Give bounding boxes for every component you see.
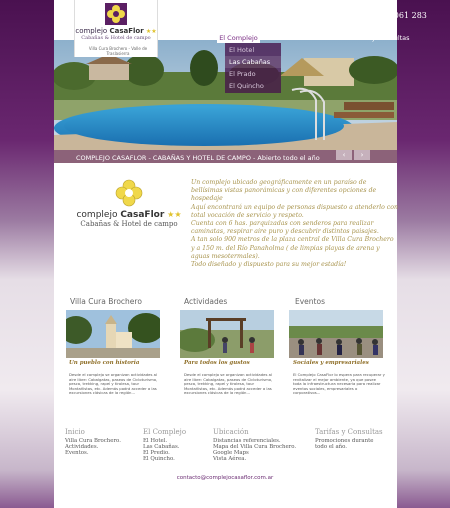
card-body-villa: Desde el complejo se organizan actividad… bbox=[69, 372, 158, 396]
thumb-villa-cura-brochero[interactable] bbox=[66, 310, 160, 358]
card-caption-eventos: Sociales y empresariales bbox=[293, 360, 369, 366]
intro-line: Aquí encontrará un equipo de personas di… bbox=[191, 203, 398, 211]
slideshow-controls: ‹ › bbox=[336, 150, 370, 160]
nav-el-complejo[interactable]: El Complejo bbox=[217, 33, 260, 43]
footer-col-inicio: Inicio Villa Cura Brochero. Actividades.… bbox=[65, 428, 121, 456]
footer-col-ubicacion: Ubicación Distancias referenciales. Mapa… bbox=[213, 428, 296, 462]
flower-emblem-icon bbox=[115, 179, 143, 207]
events-photo bbox=[289, 310, 383, 358]
footer-col-el-complejo: El Complejo El Hotel. Las Cabañas. El Pr… bbox=[143, 428, 186, 462]
nav-servicios[interactable]: Servicios bbox=[266, 33, 299, 43]
intro-line: A tan solo 900 metros de la plaza centra… bbox=[191, 236, 394, 244]
footer-link[interactable]: todo el año. bbox=[315, 444, 383, 450]
footer-link[interactable]: El Quincho. bbox=[143, 456, 186, 462]
main-nav: Inicio El Complejo Servicios Ubicación T… bbox=[190, 33, 412, 43]
dropdown-el-hotel[interactable]: El Hotel bbox=[225, 44, 281, 56]
intro-line: hospedaje bbox=[191, 195, 223, 203]
column-title-eventos: Eventos bbox=[295, 297, 325, 306]
footer-heading[interactable]: El Complejo bbox=[143, 428, 186, 436]
column-title-villa: Villa Cura Brochero bbox=[70, 297, 142, 306]
hero-caption: COMPLEJO CASAFLOR - CABAÑAS Y HOTEL DE C… bbox=[76, 154, 320, 162]
next-arrow-icon[interactable]: › bbox=[354, 150, 370, 160]
intro-logo-subtitle: Cabañas & Hotel de campo bbox=[80, 220, 178, 228]
footer-heading[interactable]: Inicio bbox=[65, 428, 121, 436]
prev-arrow-icon[interactable]: ‹ bbox=[336, 150, 352, 160]
footer-address: Camino a Las Maravillas s/n - Villa Cura… bbox=[123, 488, 327, 494]
intro-line: aguas mesotermales). bbox=[191, 252, 260, 260]
nav-tarifas[interactable]: Tarifas y Consultas bbox=[347, 33, 412, 43]
logo-wordmark: complejo CasaFlor ★★ bbox=[75, 27, 157, 35]
card-caption-villa: Un pueblo con historia bbox=[69, 360, 140, 366]
flower-logo-icon bbox=[105, 3, 127, 25]
thumb-eventos[interactable] bbox=[289, 310, 383, 358]
intro-line: caminatas, respirar aire puro y descubri… bbox=[191, 228, 379, 236]
nav-ubicacion[interactable]: Ubicación bbox=[305, 33, 341, 43]
thumb-actividades[interactable] bbox=[180, 310, 274, 358]
logo-subtitle: Cabañas & Hotel de campo bbox=[81, 35, 151, 41]
intro-line: Cuenta con 6 has. parquizadas con sender… bbox=[191, 220, 374, 228]
dropdown-el-prado[interactable]: El Prado bbox=[225, 68, 281, 80]
footer-heading[interactable]: Ubicación bbox=[213, 428, 296, 436]
header-phone: Tel: 03544 -470984 /Cel: 0351 -153 061 2… bbox=[248, 11, 427, 20]
intro-text: Un complejo ubicado geográficamente en u… bbox=[191, 179, 398, 269]
intro-line: Todo diseñado y dispuesto para su mejor … bbox=[191, 261, 347, 269]
intro-wordmark: complejo CasaFlor ★★ bbox=[76, 210, 182, 220]
intro-line: y a 150 m. del Río Panaholma ( de limpia… bbox=[191, 244, 380, 252]
intro-line: bellísimas vistas panorámicas y con dife… bbox=[191, 187, 377, 195]
footer-col-tarifas: Tarifas y Consultas Promociones durante … bbox=[315, 428, 383, 450]
footer-email-link[interactable]: contacto@complejocasaflor.com.ar bbox=[0, 475, 450, 481]
nav-inicio[interactable]: Inicio bbox=[190, 33, 211, 43]
town-photo bbox=[66, 310, 160, 358]
intro-line: Un complejo ubicado geográficamente en u… bbox=[191, 179, 367, 186]
card-caption-actividades: Para todos los gustos bbox=[184, 360, 250, 366]
card-body-eventos: El Complejo CasaFlor lo espera para recu… bbox=[293, 372, 385, 396]
intro-line: total vocación de servicio y respeto. bbox=[191, 211, 304, 219]
activities-photo bbox=[180, 310, 274, 358]
footer-link[interactable]: Eventos. bbox=[65, 450, 121, 456]
header-tagline: Villa Cura Brochero - Valle de Traslasie… bbox=[88, 46, 148, 56]
intro-logo: complejo CasaFlor ★★ Cabañas & Hotel de … bbox=[74, 178, 184, 238]
column-title-actividades: Actividades bbox=[184, 297, 228, 306]
footer-heading[interactable]: Tarifas y Consultas bbox=[315, 428, 383, 436]
dropdown-el-quincho[interactable]: El Quincho bbox=[225, 80, 281, 92]
dropdown-las-cabanas[interactable]: Las Cabañas bbox=[225, 56, 281, 68]
footer-link[interactable]: Vista Aérea. bbox=[213, 456, 296, 462]
el-complejo-dropdown: El Hotel Las Cabañas El Prado El Quincho bbox=[225, 43, 281, 93]
card-body-actividades: Desde el complejo se organizan actividad… bbox=[184, 372, 273, 396]
